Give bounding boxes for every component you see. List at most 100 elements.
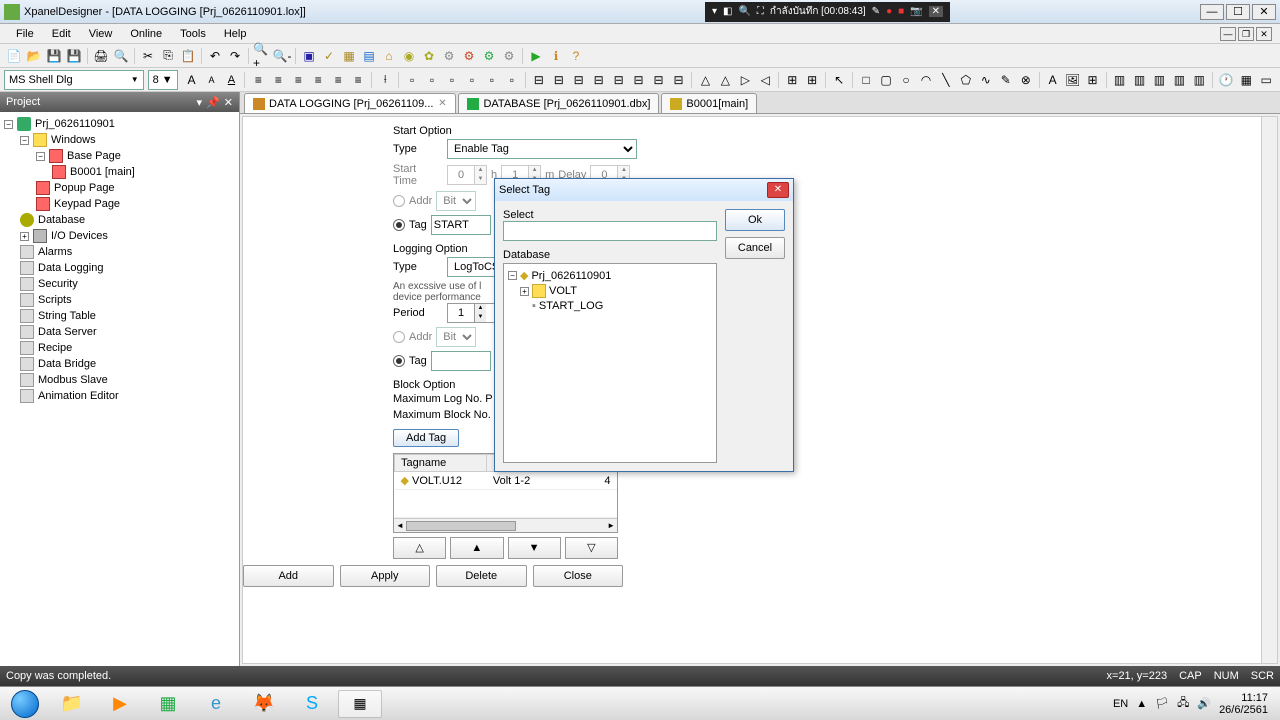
print-icon[interactable]: 🖨 [92,47,110,65]
dist-6-icon[interactable]: ⊟ [630,71,648,89]
widget-3-icon[interactable]: ▥ [1150,71,1168,89]
widget-2-icon[interactable]: ▥ [1131,71,1149,89]
tool-home-icon[interactable]: ⌂ [380,47,398,65]
arrange-3-icon[interactable]: ▫ [443,71,461,89]
dlg-tree-root[interactable]: −◆Prj_0626110901 [508,268,712,283]
help-icon[interactable]: ? [567,47,585,65]
taskbar-media[interactable]: ▶ [98,690,142,718]
zoomout-icon[interactable]: 🔍- [273,47,291,65]
fullscreen-icon[interactable]: ⛶ [757,6,764,17]
taskbar-ie[interactable]: e [194,690,238,718]
taskbar-excel[interactable]: ▦ [146,690,190,718]
menu-file[interactable]: File [8,26,42,42]
mdi-close[interactable]: ✕ [1256,27,1272,41]
mdi-minimize[interactable]: — [1220,27,1236,41]
redo-icon[interactable]: ↷ [226,47,244,65]
font-minus-icon[interactable]: A [203,71,221,89]
font-select[interactable]: MS Shell Dlg▼ [4,70,144,90]
tab-close-icon[interactable]: ✕ [437,99,447,109]
flip-4-icon[interactable]: ◁ [756,71,774,89]
tree-base-page[interactable]: −Base Page [4,148,235,164]
tree-modbus-slave[interactable]: Modbus Slave [4,372,235,388]
tree-io-devices[interactable]: +I/O Devices [4,228,235,244]
pointer-icon[interactable]: ↖ [830,71,848,89]
tree-data-server[interactable]: Data Server [4,324,235,340]
add-button[interactable]: Add [243,565,334,587]
grid-icon[interactable]: ⊞ [803,71,821,89]
dialog-ok-button[interactable]: Ok [725,209,785,231]
tree-windows[interactable]: −Windows [4,132,235,148]
taskbar-xpanel[interactable]: ▦ [338,690,382,718]
dist-2-icon[interactable]: ⊟ [550,71,568,89]
addr-radio[interactable] [393,195,405,207]
preview-icon[interactable]: 🔍 [112,47,130,65]
start-button[interactable] [4,689,46,719]
panel-close-icon[interactable]: ✕ [224,96,233,109]
font-size-select[interactable]: 8▼ [148,70,178,90]
tool-check-icon[interactable]: ✓ [320,47,338,65]
arrange-4-icon[interactable]: ▫ [463,71,481,89]
tree-b0001[interactable]: B0001 [main] [4,164,235,180]
tree-database[interactable]: Database [4,212,235,228]
table-row[interactable]: ◆ VOLT.U12 Volt 1-2 4 [395,472,617,490]
minimize-button[interactable]: — [1200,4,1224,20]
snap-icon[interactable]: ⊞ [783,71,801,89]
system-tray[interactable]: EN ▲ 🏳 🖧 🔊 11:17 26/6/2561 [1113,692,1276,716]
camera-icon[interactable]: 📷 [910,6,922,17]
shape-rect-icon[interactable]: □ [857,71,875,89]
tool-gear1-icon[interactable]: ⚙ [440,47,458,65]
log-tag-radio[interactable] [393,355,405,367]
search-icon[interactable]: 🔍 [738,6,750,17]
stop-icon[interactable]: ■ [898,6,904,17]
ruler-icon[interactable]: ⟊ [376,71,394,89]
move-bottom-button[interactable]: ▽ [565,537,618,559]
tool-user-icon[interactable]: ✿ [420,47,438,65]
tool-db-icon[interactable]: ◉ [400,47,418,65]
tool-x-icon[interactable]: ▣ [300,47,318,65]
move-up-button[interactable]: ▲ [450,537,503,559]
arrange-5-icon[interactable]: ▫ [483,71,501,89]
shape-roundrect-icon[interactable]: ▢ [877,71,895,89]
tool-win-icon[interactable]: ▤ [360,47,378,65]
align-right-icon[interactable]: ≡ [289,71,307,89]
log-addr-type-select[interactable]: Bit [436,327,476,347]
scale-icon[interactable]: ⊞ [1084,71,1102,89]
tree-data-bridge[interactable]: Data Bridge [4,356,235,372]
zoomin-icon[interactable]: 🔍+ [253,47,271,65]
project-tree[interactable]: −Prj_0626110901 −Windows −Base Page B000… [0,112,239,666]
tag-input[interactable] [431,215,491,235]
addr-type-select[interactable]: Bit [436,191,476,211]
menu-online[interactable]: Online [122,26,170,42]
close-form-button[interactable]: Close [533,565,624,587]
shape-circle-icon[interactable]: ○ [897,71,915,89]
arrange-1-icon[interactable]: ▫ [403,71,421,89]
shape-curve-icon[interactable]: ∿ [977,71,995,89]
menu-tools[interactable]: Tools [172,26,214,42]
saveall-icon[interactable]: 💾 [65,47,83,65]
tab-b0001[interactable]: B0001[main] [661,93,757,113]
align-top-icon[interactable]: ≡ [309,71,327,89]
dialog-tree[interactable]: −◆Prj_0626110901 +VOLT ▪START_LOG [503,263,717,463]
tag-radio[interactable] [393,219,405,231]
tree-animation-editor[interactable]: Animation Editor [4,388,235,404]
paste-icon[interactable]: 📋 [179,47,197,65]
tray-volume-icon[interactable]: 🔊 [1197,697,1211,710]
move-top-button[interactable]: △ [393,537,446,559]
menu-help[interactable]: Help [216,26,255,42]
dialog-close-button[interactable]: ✕ [767,182,789,198]
tab-data-logging[interactable]: DATA LOGGING [Prj_06261109...✕ [244,93,456,113]
font-plus-icon[interactable]: A [183,71,201,89]
tool-gear3-icon[interactable]: ⚙ [480,47,498,65]
dlg-tree-startlog[interactable]: ▪START_LOG [508,299,712,313]
close-icon[interactable]: ✕ [929,6,943,17]
undo-icon[interactable]: ↶ [206,47,224,65]
arrange-6-icon[interactable]: ▫ [503,71,521,89]
edit-icon[interactable]: ✎ [872,6,880,17]
tree-recipe[interactable]: Recipe [4,340,235,356]
info-icon[interactable]: ℹ [547,47,565,65]
dist-5-icon[interactable]: ⊟ [610,71,628,89]
maximize-button[interactable]: ☐ [1226,4,1250,20]
tool-gear2-icon[interactable]: ⚙ [460,47,478,65]
calendar-widget-icon[interactable]: ▦ [1237,71,1255,89]
tab-database[interactable]: DATABASE [Prj_0626110901.dbx] [458,93,659,113]
